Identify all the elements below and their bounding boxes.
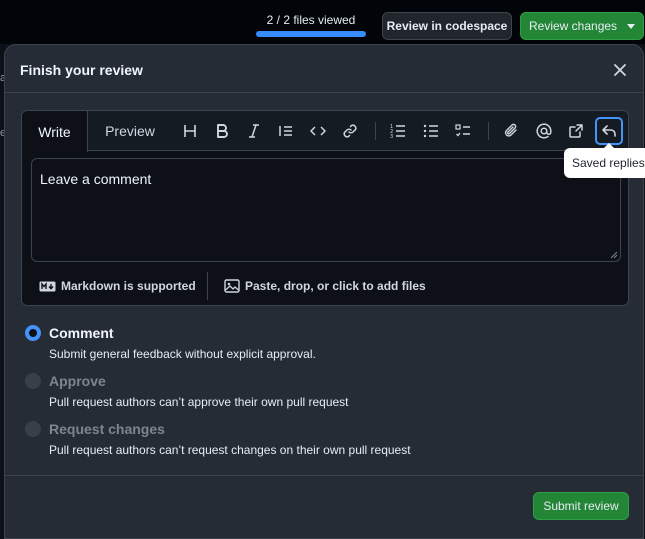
tab-preview[interactable]: Preview — [88, 111, 172, 151]
option-request-changes-description: Pull request authors can’t request chang… — [49, 443, 411, 457]
toolbar-divider — [375, 122, 376, 140]
option-comment-label: Comment — [49, 325, 114, 341]
option-comment-description: Submit general feedback without explicit… — [49, 347, 316, 361]
option-request-changes-label: Request changes — [49, 421, 165, 437]
radio-request-changes — [25, 421, 41, 437]
review-in-codespace-button[interactable]: Review in codespace — [382, 12, 512, 40]
footer-divider — [207, 272, 208, 300]
option-approve-label: Approve — [49, 373, 106, 389]
files-viewed-progress — [256, 31, 366, 37]
add-files-label: Paste, drop, or click to add files — [245, 279, 426, 293]
bold-icon[interactable] — [210, 119, 234, 143]
link-icon[interactable] — [338, 119, 362, 143]
markdown-icon — [39, 281, 56, 291]
dialog-header: Finish your review — [5, 45, 643, 93]
radio-comment[interactable] — [25, 325, 41, 341]
caret-down-icon[interactable] — [627, 24, 635, 29]
unordered-list-icon[interactable] — [419, 119, 443, 143]
radio-approve — [25, 373, 41, 389]
editor-toolbar: Write Preview 123 — [22, 111, 628, 152]
comment-editor: Write Preview 123 Leave a comment Markdo… — [21, 110, 629, 306]
dialog-footer: Submit review — [5, 475, 643, 539]
italic-icon[interactable] — [242, 119, 266, 143]
markdown-note[interactable]: Markdown is supported — [39, 279, 196, 293]
heading-icon[interactable] — [178, 119, 202, 143]
editor-footer: Markdown is supported Paste, drop, or cl… — [22, 269, 628, 305]
tab-write[interactable]: Write — [22, 111, 88, 152]
image-icon — [224, 279, 240, 293]
close-icon[interactable] — [609, 59, 631, 81]
dialog-title: Finish your review — [20, 62, 143, 78]
resize-handle-icon[interactable] — [610, 251, 618, 259]
review-changes-button[interactable]: Review changes — [520, 12, 644, 40]
saved-replies-tooltip: Saved replies — [564, 143, 645, 178]
toolbar-divider — [488, 122, 489, 140]
comment-placeholder: Leave a comment — [40, 171, 152, 187]
comment-textarea[interactable]: Leave a comment — [31, 158, 621, 262]
ordered-list-icon[interactable]: 123 — [386, 119, 410, 143]
mention-icon[interactable] — [532, 119, 556, 143]
finish-review-dialog: Finish your review Write Preview 1 2 3 L… — [4, 44, 644, 539]
add-files-button[interactable]: Paste, drop, or click to add files — [224, 279, 426, 293]
reference-icon[interactable] — [564, 119, 588, 143]
code-icon[interactable] — [306, 119, 330, 143]
submit-review-button[interactable]: Submit review — [533, 492, 629, 520]
review-changes-label: Review changes — [529, 19, 618, 33]
top-bar: a e 2 / 2 files viewed Review in codespa… — [0, 0, 645, 139]
files-viewed-label: 2 / 2 files viewed — [266, 13, 356, 27]
attach-icon[interactable] — [500, 119, 524, 143]
markdown-note-label: Markdown is supported — [61, 279, 196, 293]
task-list-icon[interactable] — [451, 119, 475, 143]
svg-text:3: 3 — [390, 134, 393, 139]
quote-icon[interactable] — [274, 119, 298, 143]
option-approve-description: Pull request authors can’t approve their… — [49, 395, 349, 409]
saved-replies-icon[interactable] — [595, 117, 623, 145]
